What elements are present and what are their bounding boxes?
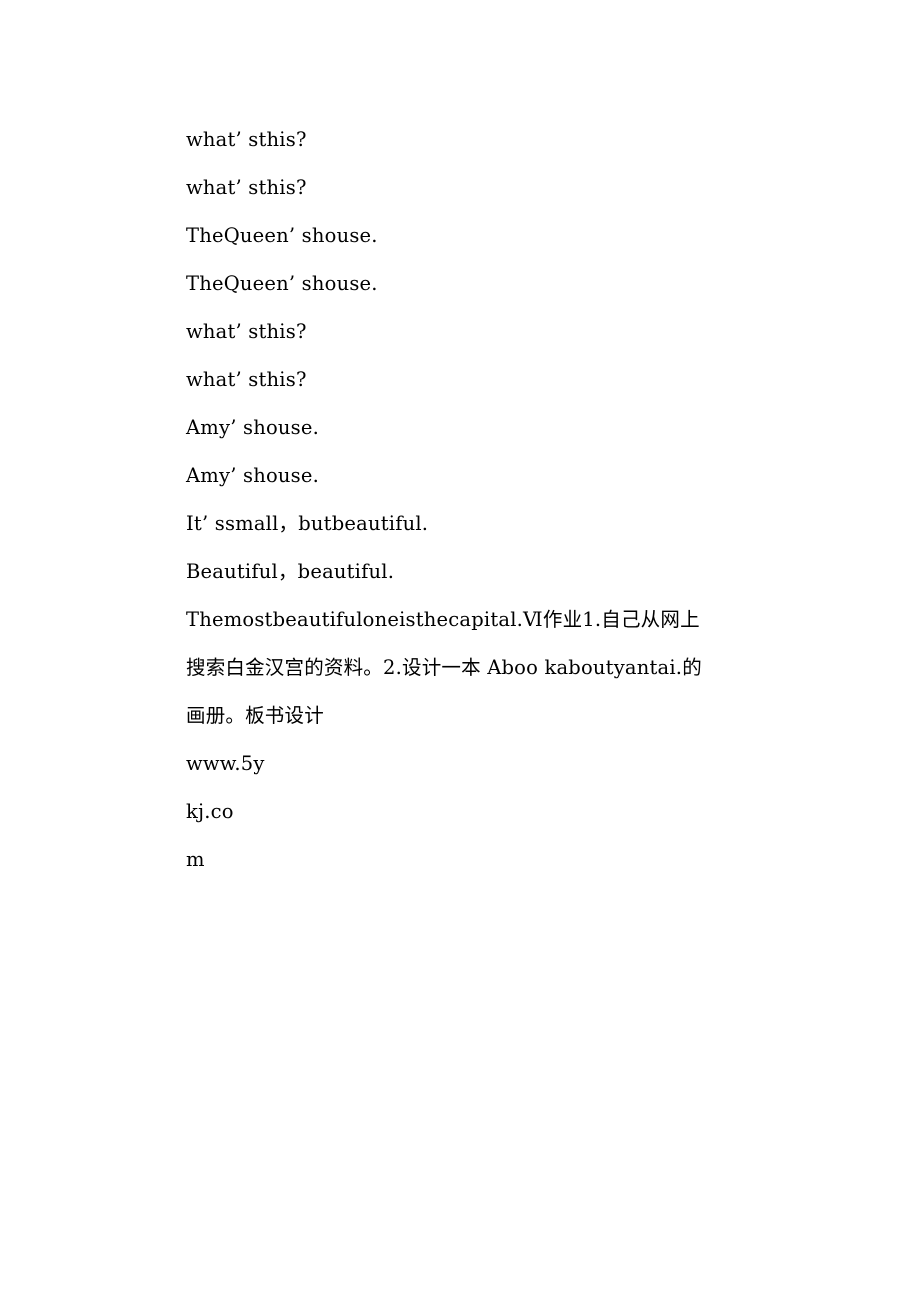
dialogue-line: Amy’ shouse. <box>186 416 319 439</box>
dialogue-line: what’ sthis? <box>186 320 307 343</box>
dialogue-line: what’ sthis? <box>186 176 307 199</box>
homework-paragraph: Themostbeautifuloneisthecapital.Ⅵ作业1.自己从… <box>186 608 702 727</box>
url-fragment: www.5y <box>186 752 265 775</box>
url-fragment: kj.co <box>186 800 234 823</box>
dialogue-line: Beautiful，beautiful. <box>186 560 395 583</box>
dialogue-line: what’ sthis? <box>186 368 307 391</box>
dialogue-line: what’ sthis? <box>186 128 307 151</box>
dialogue-line: It’ ssmall，butbeautiful. <box>186 512 429 535</box>
document-page: what’ sthis? what’ sthis? TheQueen’ shou… <box>0 0 920 1302</box>
dialogue-line: TheQueen’ shouse. <box>186 224 378 247</box>
dialogue-line: TheQueen’ shouse. <box>186 272 378 295</box>
dialogue-line: Amy’ shouse. <box>186 464 319 487</box>
document-text-body: what’ sthis? what’ sthis? TheQueen’ shou… <box>186 116 786 884</box>
url-fragment: m <box>186 848 205 871</box>
